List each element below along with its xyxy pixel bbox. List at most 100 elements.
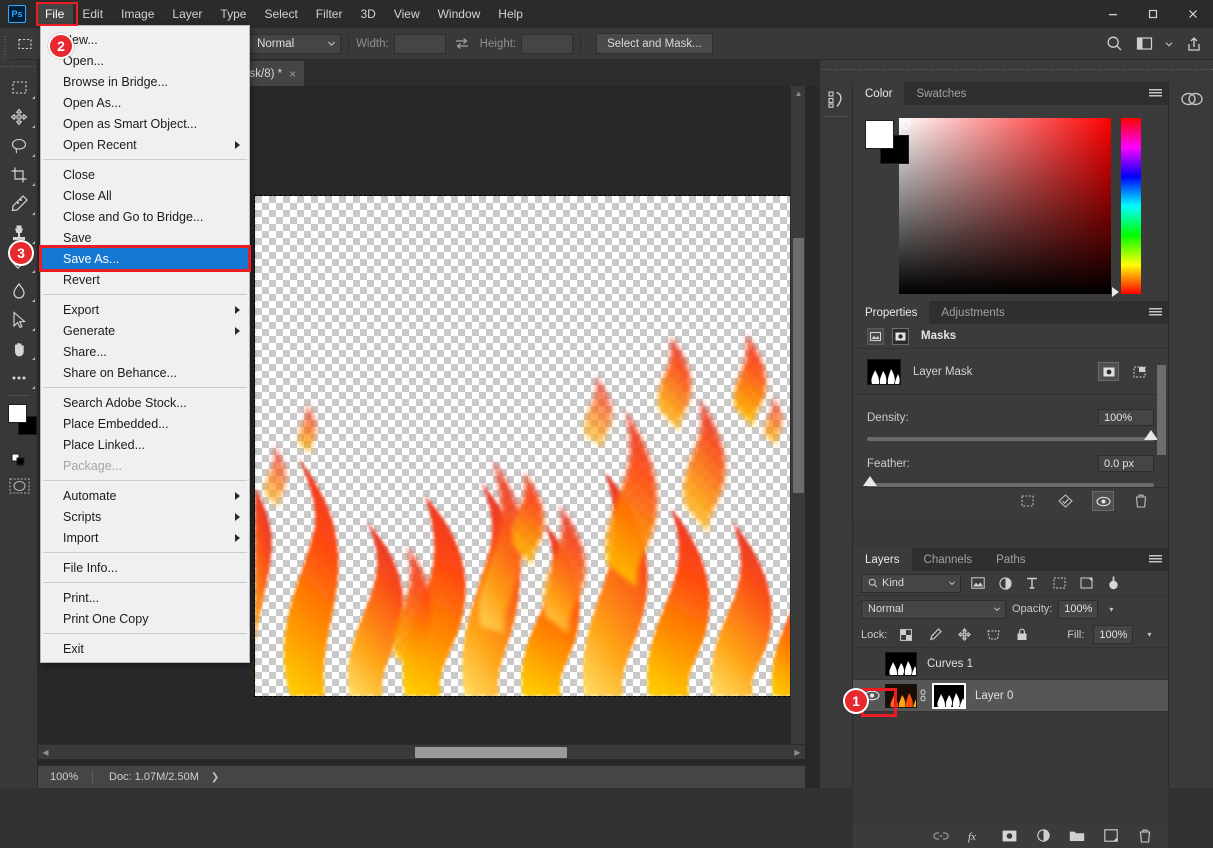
tool-hand-icon[interactable] (0, 334, 38, 363)
quick-mask-icon[interactable] (0, 472, 38, 500)
layer-name[interactable]: Curves 1 (927, 658, 973, 670)
lock-transparent-icon[interactable] (896, 625, 916, 644)
feather-slider[interactable] (867, 483, 1154, 487)
menu-item-browse-in-bridge[interactable]: Browse in Bridge... (41, 71, 249, 92)
menu-item-print[interactable]: Print... (41, 587, 249, 608)
menu-item-place-embedded[interactable]: Place Embedded... (41, 413, 249, 434)
layer-visibility-toggle[interactable] (859, 651, 885, 677)
horizontal-scrollbar-thumb[interactable] (415, 747, 567, 758)
table-row[interactable]: Layer 0 (853, 680, 1168, 712)
pixel-mask-icon[interactable] (867, 328, 884, 345)
tools-panel-grip[interactable] (0, 60, 37, 73)
tool-rectangular-marquee-icon[interactable] (0, 73, 38, 102)
fill-chevron-down-icon[interactable]: ▾ (1142, 625, 1156, 644)
opacity-chevron-down-icon[interactable]: ▾ (1104, 600, 1118, 619)
panel-menu-icon[interactable] (1142, 548, 1168, 571)
rectangular-marquee-icon[interactable] (12, 33, 38, 55)
adjustment-filter-icon[interactable] (995, 574, 1015, 593)
workspace-icon[interactable] (1131, 32, 1157, 56)
link-mask-icon[interactable] (917, 689, 929, 702)
feather-slider-thumb[interactable] (863, 476, 877, 486)
menu-item-revert[interactable]: Revert (41, 269, 249, 290)
menu-item-generate[interactable]: Generate (41, 320, 249, 341)
color-picker-marker[interactable] (901, 120, 910, 129)
vertical-scrollbar-thumb[interactable] (793, 238, 804, 493)
tool-blur-icon[interactable] (0, 276, 38, 305)
height-field[interactable] (521, 34, 573, 54)
menu-item-edit[interactable]: Edit (73, 3, 112, 25)
density-slider[interactable] (867, 437, 1154, 441)
close-icon[interactable]: × (289, 67, 296, 81)
zoom-level[interactable]: 100% (38, 771, 86, 783)
tool-crop-icon[interactable] (0, 160, 38, 189)
panel-menu-icon[interactable] (1142, 82, 1168, 105)
apply-mask-icon[interactable] (1054, 491, 1076, 511)
scroll-right-arrow-icon[interactable]: ▶ (790, 745, 805, 759)
menu-item-close-all[interactable]: Close All (41, 185, 249, 206)
color-picker-field[interactable] (899, 118, 1111, 294)
menu-item-open-as-smart-object[interactable]: Open as Smart Object... (41, 113, 249, 134)
menu-item-share-on-behance[interactable]: Share on Behance... (41, 362, 249, 383)
layer-thumbnail[interactable] (885, 652, 917, 676)
menu-item-file-info[interactable]: File Info... (41, 557, 249, 578)
width-field[interactable] (394, 34, 446, 54)
menu-item-layer[interactable]: Layer (163, 3, 211, 25)
menu-item-export[interactable]: Export (41, 299, 249, 320)
menu-item-automate[interactable]: Automate (41, 485, 249, 506)
layer-name[interactable]: Layer 0 (975, 690, 1013, 702)
libraries-icon[interactable] (820, 82, 853, 116)
opacity-value[interactable]: 100% (1058, 600, 1098, 619)
vector-mask-icon[interactable] (892, 328, 909, 345)
swap-width-height-icon[interactable] (446, 37, 480, 50)
artboard-transparent-checkerboard[interactable] (255, 196, 800, 696)
smart-object-filter-icon[interactable] (1076, 574, 1096, 593)
shape-filter-icon[interactable] (1049, 574, 1069, 593)
menu-item-open-recent[interactable]: Open Recent (41, 134, 249, 155)
maximize-icon[interactable] (1133, 0, 1173, 28)
creative-cloud-icon[interactable] (1169, 82, 1213, 116)
tab-layers[interactable]: Layers (853, 548, 912, 571)
menu-item-file[interactable]: File (36, 3, 73, 25)
fx-icon[interactable]: fx (965, 826, 985, 846)
tab-channels[interactable]: Channels (912, 548, 985, 571)
tab-swatches[interactable]: Swatches (904, 82, 978, 105)
share-icon[interactable] (1181, 32, 1207, 56)
menu-item-view[interactable]: View (385, 3, 429, 25)
delete-layer-icon[interactable] (1135, 826, 1155, 846)
menu-item-save-as[interactable]: Save As... (41, 248, 249, 269)
filter-power-icon[interactable] (1103, 574, 1123, 593)
layer-mask-thumbnail[interactable] (867, 359, 901, 385)
new-group-icon[interactable] (1067, 826, 1087, 846)
hue-slider-thumb[interactable] (1112, 287, 1119, 297)
options-bar-grip[interactable] (0, 28, 10, 60)
layer-thumbnail[interactable] (885, 684, 917, 708)
tab-adjustments[interactable]: Adjustments (929, 301, 1016, 324)
menu-item-print-one-copy[interactable]: Print One Copy (41, 608, 249, 629)
menu-item-filter[interactable]: Filter (307, 3, 352, 25)
menu-item-help[interactable]: Help (489, 3, 532, 25)
panel-menu-icon[interactable] (1142, 301, 1168, 324)
menu-item-select[interactable]: Select (255, 3, 306, 25)
menu-item-type[interactable]: Type (211, 3, 255, 25)
minimize-icon[interactable] (1093, 0, 1133, 28)
lock-artboard-icon[interactable] (983, 625, 1003, 644)
menu-item-image[interactable]: Image (112, 3, 163, 25)
layer-filter-kind-select[interactable]: Kind (861, 574, 961, 593)
menu-item-window[interactable]: Window (429, 3, 490, 25)
feather-value[interactable]: 0.0 px (1098, 455, 1154, 472)
menu-item-import[interactable]: Import (41, 527, 249, 548)
select-and-mask-button[interactable]: Select and Mask... (596, 33, 713, 54)
menu-item-save[interactable]: Save (41, 227, 249, 248)
table-row[interactable]: Curves 1 (853, 648, 1168, 680)
delete-mask-icon[interactable] (1130, 491, 1152, 511)
menu-item-exit[interactable]: Exit (41, 638, 249, 659)
tab-properties[interactable]: Properties (853, 301, 929, 324)
toggle-mask-icon[interactable] (1092, 491, 1114, 511)
add-mask-icon[interactable] (999, 826, 1019, 846)
canvas-horizontal-scrollbar[interactable]: ◀ ▶ (38, 744, 805, 759)
foreground-color-swatch[interactable] (8, 404, 27, 423)
lock-image-icon[interactable] (925, 625, 945, 644)
new-layer-icon[interactable] (1101, 826, 1121, 846)
blend-mode-select[interactable]: Normal (861, 600, 1006, 619)
new-fill-adjustment-icon[interactable] (1033, 826, 1053, 846)
